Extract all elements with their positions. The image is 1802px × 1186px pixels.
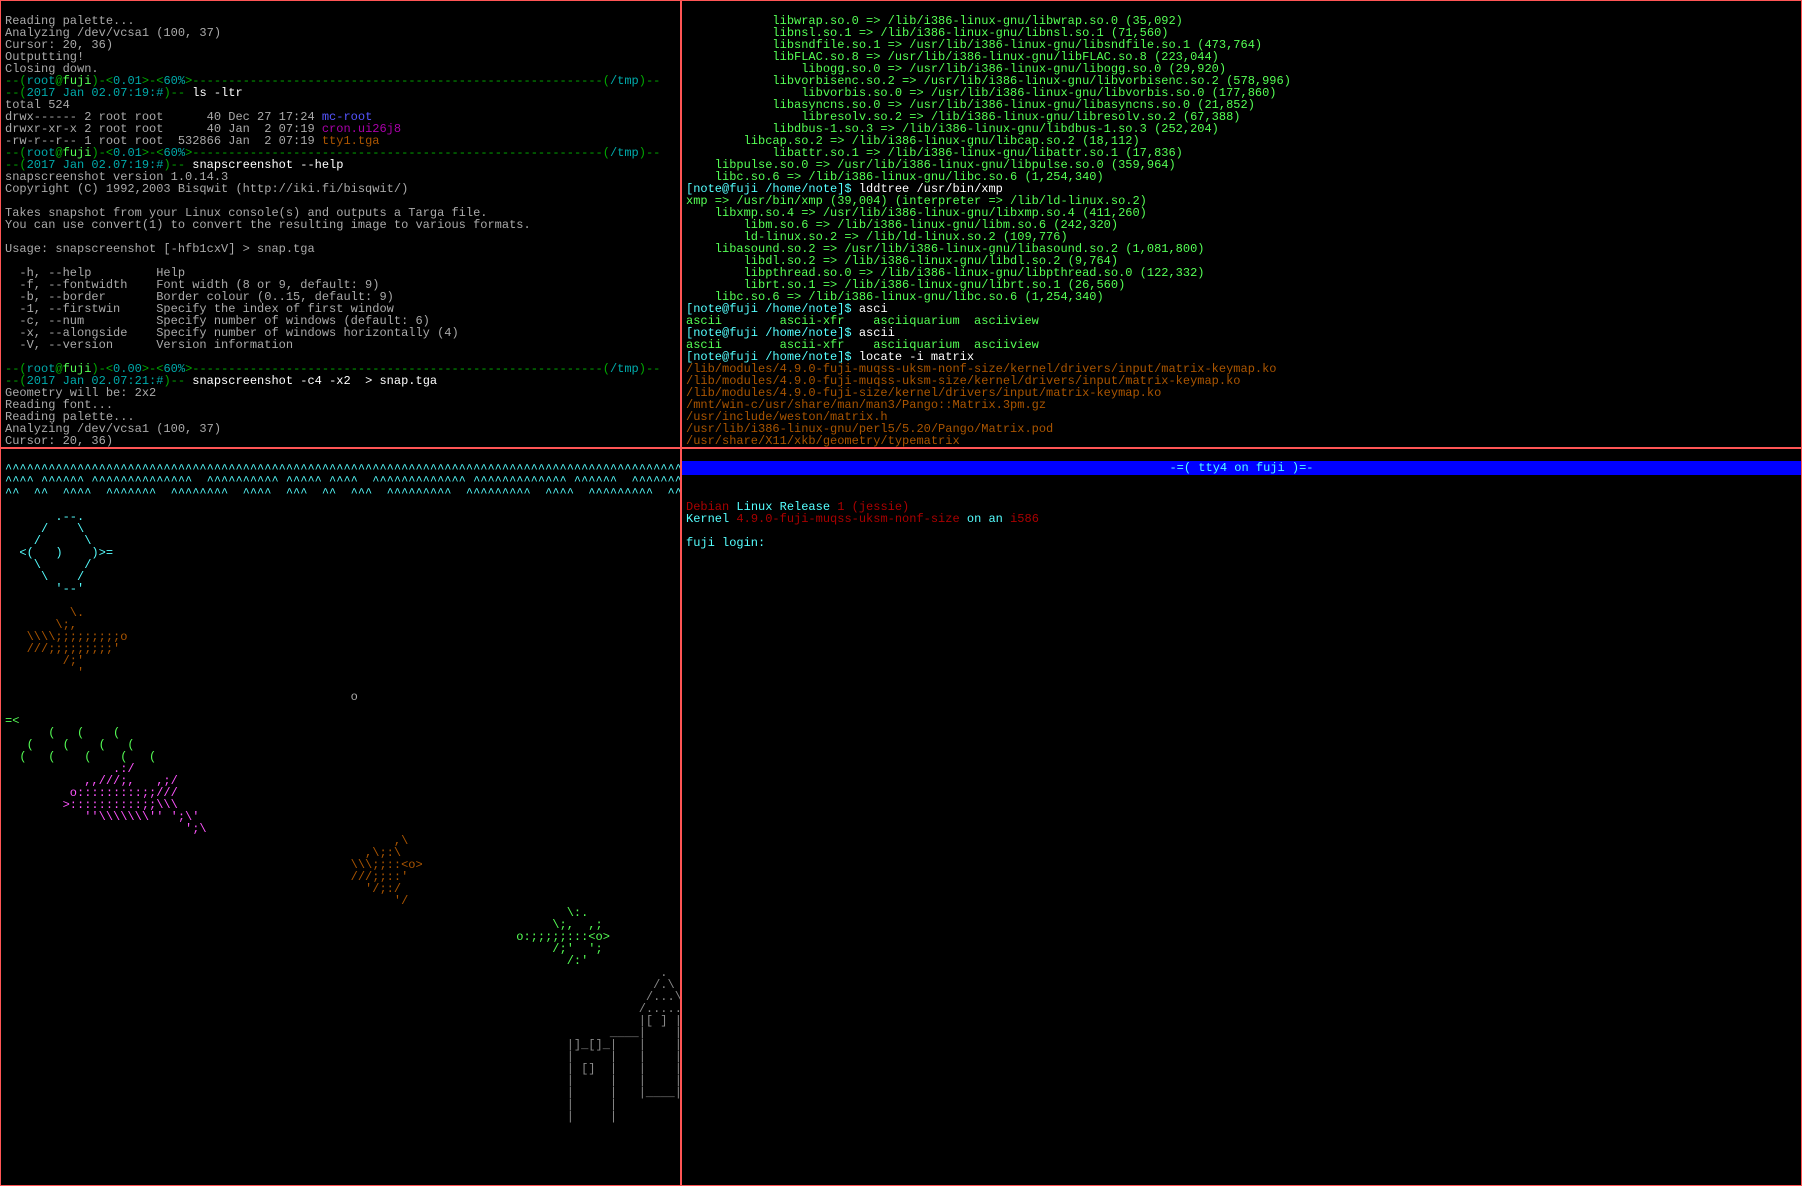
wave-2: ^^ ^^ ^^^^ ^^^^^^^ ^^^^^^^^ ^^^^ ^^^ ^^ … — [5, 486, 681, 500]
issue-line-2: Kernel 4.9.0-fuji-muqss-uksm-nonf-size o… — [686, 512, 1039, 526]
help-4: You can use convert(1) to convert the re… — [5, 218, 531, 232]
fish3-icon: .:/ ,,///;, ,;/ o:::::::::;;/// >:::::::… — [5, 762, 207, 836]
tty4-login[interactable]: -=( tty4 on fuji )=- Debian Linux Releas… — [681, 448, 1802, 1186]
whale-icon: =< ( ( ( ( ( ( ( ( ( ( ( ( — [5, 714, 156, 764]
tty2-pane[interactable]: libwrap.so.0 => /lib/i386-linux-gnu/libw… — [681, 0, 1802, 448]
tty3-asciiquarium[interactable]: ^^^^^^^^^^^^^^^^^^^^^^^^^^^^^^^^^^^^^^^^… — [0, 448, 681, 1186]
fish-small-icon: \. \;, \\\\;;;;;;;;;o ///;;;;;;;;;' /;' … — [5, 606, 127, 680]
help-14: -V, --version Version information — [5, 338, 293, 352]
jellyfish-icon: .--. / \ / \ <( ) )>= \ / \ / '--' — [5, 510, 113, 596]
tty1-pane[interactable]: Reading palette... Analyzing /dev/vcsa1 … — [0, 0, 681, 448]
castle-icon: . /.\ /...\ — [5, 966, 681, 1124]
tty4-titlebar: -=( tty4 on fuji )=- — [682, 461, 1801, 475]
login-prompt[interactable]: fuji login: — [686, 536, 765, 550]
help-6: Usage: snapscreenshot [-hfb1cxV] > snap.… — [5, 242, 315, 256]
help-1: Copyright (C) 1992,2003 Bisqwit (http://… — [5, 182, 408, 196]
fish4-icon: ,\ ,\;:\ \\\;;::<o> ///;;::' — [5, 834, 423, 908]
console-grid: Reading palette... Analyzing /dev/vcsa1 … — [0, 0, 1802, 1186]
fish5-icon: \:. \;, ,; o:;;;;;:::<o> — [5, 906, 610, 968]
bubble-icon: o — [5, 690, 358, 704]
tail-4: Cursor: 20, 36) — [5, 434, 113, 448]
